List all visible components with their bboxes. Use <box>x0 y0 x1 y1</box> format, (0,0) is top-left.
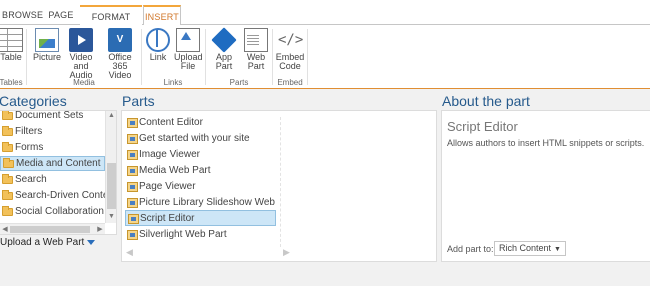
group-label-tables: Tables <box>0 78 23 87</box>
web-part-button[interactable]: Web Part <box>242 28 270 71</box>
folder-icon <box>2 174 13 184</box>
upload-web-part-link[interactable]: Upload a Web Part <box>0 237 96 248</box>
app-part-icon <box>211 27 237 53</box>
group-separator <box>205 29 206 85</box>
about-panel: Script Editor Allows authors to insert H… <box>441 110 650 262</box>
web-part-icon <box>127 150 138 160</box>
embed-code-icon: </> <box>278 32 304 48</box>
part-script-editor[interactable]: Script Editor <box>125 210 276 226</box>
folder-icon <box>2 126 13 136</box>
group-label-embed: Embed <box>277 78 303 87</box>
office365-video-button[interactable]: V Office 365 Video <box>100 28 140 80</box>
category-search[interactable]: Search <box>0 173 105 188</box>
scroll-thumb[interactable] <box>10 226 90 233</box>
folder-icon <box>2 111 13 120</box>
categories-heading: Categories <box>0 93 67 109</box>
part-get-started[interactable]: Get started with your site <box>125 131 276 147</box>
about-heading: About the part <box>442 93 530 109</box>
parts-heading: Parts <box>122 93 155 109</box>
group-separator <box>307 29 308 85</box>
folder-icon <box>2 142 13 152</box>
add-part-to-select[interactable]: Rich Content ▼ <box>494 241 566 256</box>
categories-list: Document Sets Filters Forms Media and Co… <box>0 110 117 235</box>
tab-insert[interactable]: INSERT <box>143 5 181 26</box>
part-image-viewer[interactable]: Image Viewer <box>125 147 276 163</box>
group-separator <box>141 29 142 85</box>
office365-video-icon: V <box>108 28 132 52</box>
web-part-icon <box>127 198 138 208</box>
ribbon: Table Picture Video and Audio V Office 3… <box>0 25 650 89</box>
category-search-driven-content[interactable]: Search-Driven Content <box>0 189 105 204</box>
folder-icon <box>2 190 13 200</box>
tab-format-text[interactable]: FORMAT TEXT <box>80 5 142 42</box>
web-part-icon <box>127 230 138 240</box>
group-label-parts: Parts <box>229 78 249 87</box>
parts-list: Content Editor Get started with your sit… <box>121 110 437 262</box>
tab-page[interactable]: PAGE <box>46 5 76 26</box>
tab-browse[interactable]: BROWSE <box>2 5 43 26</box>
part-title: Script Editor <box>447 119 518 134</box>
web-part-icon <box>127 166 138 176</box>
table-icon <box>0 28 23 52</box>
upload-file-button[interactable]: Upload File <box>174 28 203 71</box>
app-part-button[interactable]: App Part <box>210 27 238 71</box>
categories-horizontal-scrollbar[interactable]: ◀ ▶ <box>0 223 105 234</box>
part-silverlight-web-part[interactable]: Silverlight Web Part <box>125 227 276 243</box>
web-part-icon <box>127 182 138 192</box>
upload-file-icon <box>176 28 200 52</box>
video-icon <box>69 28 93 52</box>
ribbon-tab-bar: BROWSE PAGE FORMAT TEXT INSERT <box>0 0 650 42</box>
group-separator <box>272 29 273 85</box>
categories-vertical-scrollbar[interactable]: ▲ ▼ <box>105 111 116 223</box>
group-label-media: Media <box>73 78 95 87</box>
next-page-icon[interactable]: ▶ <box>283 247 290 258</box>
web-part-icon <box>127 118 138 128</box>
column-divider <box>280 117 281 247</box>
part-picture-library-slideshow[interactable]: Picture Library Slideshow Web Par <box>125 195 276 211</box>
category-filters[interactable]: Filters <box>0 125 105 140</box>
folder-icon <box>2 206 13 216</box>
video-audio-button[interactable]: Video and Audio <box>62 28 100 80</box>
scroll-right-icon[interactable]: ▶ <box>95 224 105 234</box>
folder-icon <box>3 158 14 168</box>
picture-icon <box>35 28 59 52</box>
embed-code-button[interactable]: </> Embed Code <box>274 28 306 71</box>
chevron-down-icon <box>87 239 96 245</box>
group-separator <box>26 29 27 85</box>
category-forms[interactable]: Forms <box>0 141 105 156</box>
scroll-left-icon[interactable]: ◀ <box>0 224 10 234</box>
picture-button[interactable]: Picture <box>30 28 64 62</box>
scroll-thumb[interactable] <box>107 163 116 209</box>
group-label-links: Links <box>163 78 183 87</box>
web-part-icon <box>244 28 268 52</box>
category-document-sets[interactable]: Document Sets <box>0 111 105 124</box>
part-description: Allows authors to insert HTML snippets o… <box>447 138 645 148</box>
category-social-collaboration[interactable]: Social Collaboration <box>0 205 105 220</box>
add-part-label: Add part to: <box>447 244 494 254</box>
table-button[interactable]: Table <box>0 28 26 62</box>
scroll-down-icon[interactable]: ▼ <box>106 212 116 222</box>
previous-page-icon[interactable]: ◀ <box>126 247 133 258</box>
category-media-and-content[interactable]: Media and Content <box>0 156 105 171</box>
part-content-editor[interactable]: Content Editor <box>125 115 276 131</box>
link-button[interactable]: Link <box>144 28 172 62</box>
link-icon <box>146 28 170 52</box>
part-page-viewer[interactable]: Page Viewer <box>125 179 276 195</box>
web-part-icon <box>127 134 138 144</box>
scroll-up-icon[interactable]: ▲ <box>106 111 116 121</box>
web-part-icon <box>128 214 139 224</box>
chevron-down-icon: ▼ <box>554 246 561 253</box>
part-media-web-part[interactable]: Media Web Part <box>125 163 276 179</box>
